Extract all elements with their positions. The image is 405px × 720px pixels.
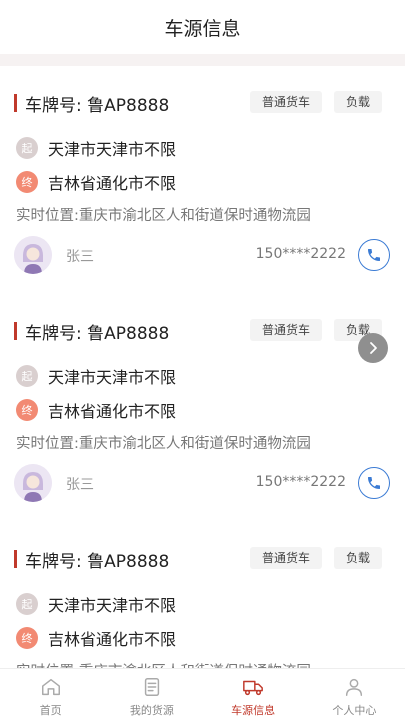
start-badge: 起 bbox=[16, 137, 38, 159]
avatar bbox=[14, 236, 52, 274]
plate-accent-bar bbox=[14, 94, 17, 112]
contact-row: 张三 150****2222 bbox=[14, 464, 390, 504]
bottom-tab-bar: 首页 我的货源 车源信息 个人中心 bbox=[0, 668, 405, 720]
plate-number: 车牌号: 鲁AP8888 bbox=[25, 323, 170, 344]
tab-home[interactable]: 首页 bbox=[0, 669, 101, 720]
tab-label: 我的货源 bbox=[129, 704, 174, 717]
start-badge: 起 bbox=[16, 365, 38, 387]
truck-icon bbox=[241, 675, 265, 699]
end-place: 吉林省通化市不限 bbox=[48, 630, 177, 649]
phone-icon bbox=[368, 477, 380, 489]
plate-accent-bar bbox=[14, 550, 17, 568]
user-icon bbox=[342, 675, 366, 699]
plate-accent-bar bbox=[14, 322, 17, 340]
current-location: 实时位置:重庆市渝北区人和街道保时通物流园 bbox=[16, 660, 311, 668]
phone-icon bbox=[368, 249, 380, 261]
chevron-right-icon bbox=[370, 342, 377, 354]
start-badge: 起 bbox=[16, 593, 38, 615]
tab-label: 首页 bbox=[39, 704, 62, 717]
vehicle-type-tag: 普通货车 bbox=[250, 547, 323, 569]
contact-phone: 150****2222 bbox=[255, 474, 346, 490]
contact-name: 张三 bbox=[66, 477, 94, 493]
call-button[interactable] bbox=[358, 239, 390, 271]
start-place: 天津市天津市不限 bbox=[48, 596, 177, 615]
route-start: 起 天津市天津市不限 bbox=[16, 592, 176, 616]
tab-label: 车源信息 bbox=[231, 704, 276, 717]
end-badge: 终 bbox=[16, 399, 38, 421]
end-badge: 终 bbox=[16, 171, 38, 193]
vehicle-list[interactable]: 车牌号: 鲁AP8888 普通货车 负载 起 天津市天津市不限 终 吉林省通化市… bbox=[0, 54, 405, 668]
tab-vehicle-source[interactable]: 车源信息 bbox=[203, 669, 304, 720]
current-location: 实时位置:重庆市渝北区人和街道保时通物流园 bbox=[16, 208, 311, 224]
home-icon bbox=[39, 675, 63, 699]
end-place: 吉林省通化市不限 bbox=[48, 402, 177, 421]
floating-next-button[interactable] bbox=[358, 333, 388, 363]
route-start: 起 天津市天津市不限 bbox=[16, 136, 176, 160]
plate-row: 车牌号: 鲁AP8888 bbox=[14, 318, 169, 344]
contact-name: 张三 bbox=[66, 249, 94, 265]
load-tag: 负载 bbox=[334, 547, 383, 569]
contact-phone: 150****2222 bbox=[255, 246, 346, 262]
start-place: 天津市天津市不限 bbox=[48, 140, 177, 159]
vehicle-card[interactable]: 车牌号: 鲁AP8888 普通货车 负载 起 天津市天津市不限 终 吉林省通化市… bbox=[0, 294, 405, 522]
plate-row: 车牌号: 鲁AP8888 bbox=[14, 546, 169, 572]
cargo-icon bbox=[140, 675, 164, 699]
start-place: 天津市天津市不限 bbox=[48, 368, 177, 387]
avatar bbox=[14, 464, 52, 502]
route-end: 终 吉林省通化市不限 bbox=[16, 170, 176, 194]
tab-profile[interactable]: 个人中心 bbox=[304, 669, 405, 720]
route-end: 终 吉林省通化市不限 bbox=[16, 626, 176, 650]
page-header: 车源信息 bbox=[0, 0, 405, 54]
load-tag: 负载 bbox=[334, 91, 383, 113]
call-button[interactable] bbox=[358, 467, 390, 499]
end-badge: 终 bbox=[16, 627, 38, 649]
tab-my-cargo[interactable]: 我的货源 bbox=[101, 669, 202, 720]
contact-row: 张三 150****2222 bbox=[14, 236, 390, 276]
vehicle-card[interactable]: 车牌号: 鲁AP8888 普通货车 负载 起 天津市天津市不限 终 吉林省通化市… bbox=[0, 66, 405, 294]
plate-number: 车牌号: 鲁AP8888 bbox=[25, 95, 170, 116]
route-end: 终 吉林省通化市不限 bbox=[16, 398, 176, 422]
end-place: 吉林省通化市不限 bbox=[48, 174, 177, 193]
plate-number: 车牌号: 鲁AP8888 bbox=[25, 551, 170, 572]
plate-row: 车牌号: 鲁AP8888 bbox=[14, 90, 169, 116]
tab-label: 个人中心 bbox=[332, 704, 377, 717]
current-location: 实时位置:重庆市渝北区人和街道保时通物流园 bbox=[16, 436, 311, 452]
vehicle-type-tag: 普通货车 bbox=[250, 91, 323, 113]
vehicle-type-tag: 普通货车 bbox=[250, 319, 323, 341]
vehicle-card[interactable]: 车牌号: 鲁AP8888 普通货车 负载 起 天津市天津市不限 终 吉林省通化市… bbox=[0, 522, 405, 668]
page-title: 车源信息 bbox=[164, 17, 241, 40]
route-start: 起 天津市天津市不限 bbox=[16, 364, 176, 388]
